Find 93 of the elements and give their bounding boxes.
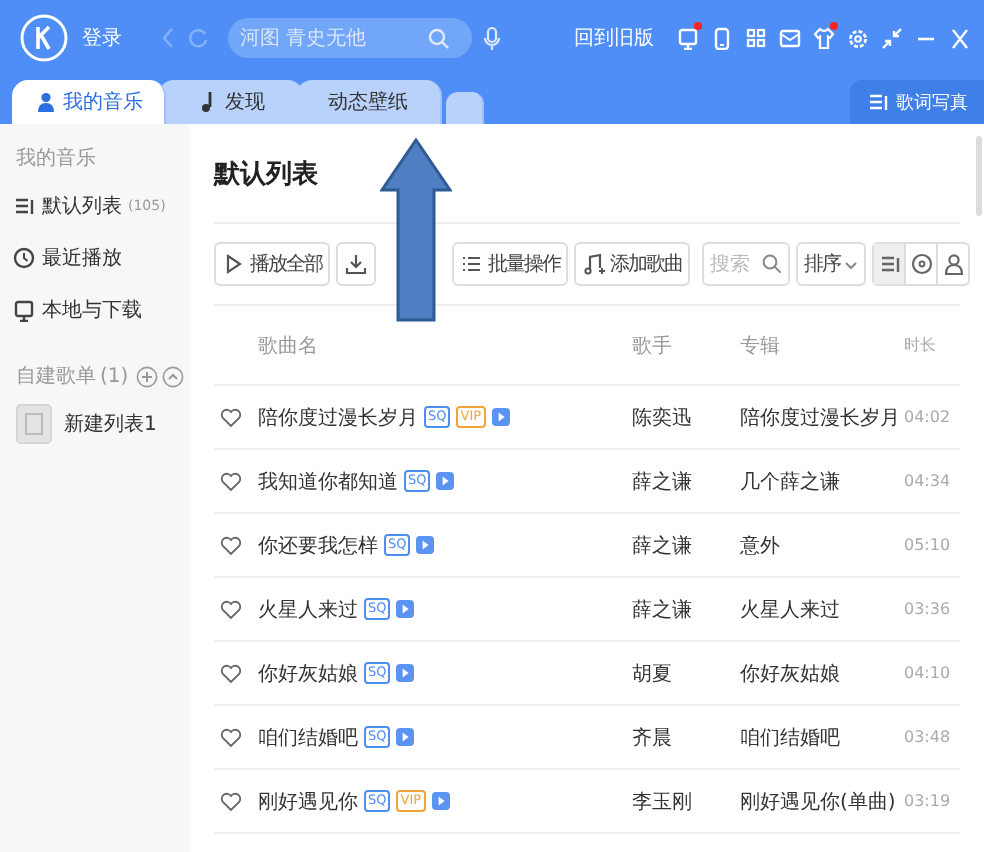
heart-icon[interactable] — [219, 535, 241, 555]
table-cell-text: 薛之谦 — [632, 597, 694, 623]
song-title[interactable]: 你好灰姑娘 — [258, 659, 358, 687]
toolbar-button[interactable]: 批量操作 — [452, 242, 568, 286]
mail-icon[interactable] — [778, 26, 802, 50]
person-icon — [33, 90, 57, 114]
playlist-cover-icon — [16, 404, 52, 444]
playlist-title: 默认列表 — [214, 157, 318, 191]
toolbar-button[interactable]: 播放全部 — [214, 242, 330, 286]
playlist-count: (1) — [100, 365, 129, 387]
video-play-icon[interactable] — [491, 408, 510, 426]
table-cell-text: 刚好遇见你(单曲) — [740, 789, 898, 815]
song-title[interactable]: 我知道你都知道 — [258, 467, 398, 495]
playlist-item[interactable]: 新建列表1 — [0, 392, 190, 456]
search-input[interactable]: 河图 青史无他 — [240, 27, 420, 49]
toolbar-button[interactable] — [336, 242, 376, 286]
close-icon[interactable] — [948, 26, 972, 50]
list-icon — [866, 90, 890, 114]
table-cell-text: 薛之谦 — [632, 469, 694, 495]
search-field[interactable]: 搜索 — [702, 242, 790, 286]
heart-icon[interactable] — [219, 407, 241, 427]
heart-icon[interactable] — [219, 791, 241, 811]
video-play-icon[interactable] — [396, 664, 415, 682]
toolbar-button[interactable]: 添加歌曲 — [574, 242, 690, 286]
phone-icon[interactable] — [710, 26, 734, 50]
table-cell-text: 04:10 — [904, 664, 953, 682]
collapse-icon[interactable] — [162, 365, 185, 387]
table-cell-text: 05:10 — [904, 536, 953, 554]
list-icon — [877, 252, 901, 276]
monitor-icon[interactable] — [676, 26, 700, 50]
song-title[interactable]: 咱们结婚吧 — [258, 723, 358, 751]
heart-icon[interactable] — [219, 727, 241, 747]
clock-icon — [12, 246, 36, 270]
song-title[interactable]: 你还要我怎样 — [258, 531, 378, 559]
scrollbar-thumb[interactable] — [976, 136, 982, 216]
song-title[interactable]: 陪你度过漫长岁月 — [258, 403, 418, 431]
section-title: 我的音乐 — [14, 145, 98, 172]
music-note-plus-icon — [582, 252, 606, 276]
section-title: 自建歌单 — [16, 363, 96, 390]
add-icon[interactable] — [136, 365, 159, 387]
search-icon[interactable] — [762, 254, 782, 274]
grid-icon[interactable] — [744, 26, 768, 50]
sidebar-item[interactable]: 本地与下载 — [0, 284, 190, 336]
table-cell-text: 几个薛之谦 — [740, 469, 842, 495]
heart-icon[interactable] — [219, 663, 241, 683]
list-icon — [12, 194, 36, 218]
shrink-icon[interactable] — [880, 26, 904, 50]
table-cell-text: 03:36 — [904, 600, 953, 618]
table-cell-text: 03:19 — [904, 792, 953, 810]
disc-icon — [909, 252, 933, 276]
table-cell-text: 胡夏 — [632, 661, 674, 687]
monitor-icon — [12, 298, 36, 322]
person-icon — [941, 252, 965, 276]
song-title[interactable]: 火星人来过 — [258, 595, 358, 623]
table-cell-text: 陈奕迅 — [632, 405, 694, 431]
search-field[interactable]: 河图 青史无他 — [228, 18, 472, 58]
table-cell-text: 意外 — [740, 533, 782, 559]
sort-button[interactable]: 排序 — [796, 242, 866, 286]
download-icon — [344, 252, 368, 276]
play-icon — [222, 252, 246, 276]
table-cell-text: 火星人来过 — [740, 597, 842, 623]
tab[interactable]: 我的音乐 — [12, 80, 166, 124]
table-cell-text: 04:34 — [904, 472, 953, 490]
shirt-icon[interactable] — [812, 26, 836, 50]
chevron-down-icon — [844, 257, 858, 271]
table-cell-text: 李玉刚 — [632, 789, 694, 815]
logo-icon[interactable] — [20, 14, 68, 62]
sidebar-item[interactable]: 最近播放 — [0, 232, 190, 284]
checklist-icon — [460, 252, 484, 276]
table-cell-text: 你好灰姑娘 — [740, 661, 842, 687]
video-play-icon[interactable] — [431, 792, 450, 810]
view-toggle[interactable] — [874, 244, 906, 284]
view-toggle[interactable] — [906, 244, 938, 284]
table-cell-text: 03:48 — [904, 728, 953, 746]
video-play-icon[interactable] — [396, 728, 415, 746]
song-title[interactable]: 刚好遇见你 — [258, 787, 358, 815]
video-play-icon[interactable] — [396, 600, 415, 618]
video-play-icon[interactable] — [416, 536, 435, 554]
tab[interactable]: 发现 — [158, 80, 304, 124]
table-cell-text: 咱们结婚吧 — [740, 725, 842, 751]
settings-icon[interactable] — [846, 26, 870, 50]
tab[interactable] — [446, 92, 484, 124]
table-cell-text: 薛之谦 — [632, 533, 694, 559]
lyrics-button[interactable]: 歌词写真 — [850, 80, 984, 124]
tab[interactable]: 动态壁纸 — [296, 80, 442, 124]
table-cell-text: 陪你度过漫长岁月 — [740, 405, 902, 431]
video-play-icon[interactable] — [436, 472, 455, 490]
table-cell-text: 04:02 — [904, 408, 953, 426]
heart-icon[interactable] — [219, 599, 241, 619]
table-cell-text: 齐晨 — [632, 725, 674, 751]
search-icon[interactable] — [428, 27, 450, 49]
heart-icon[interactable] — [219, 471, 241, 491]
microphone-icon[interactable] — [482, 25, 502, 51]
